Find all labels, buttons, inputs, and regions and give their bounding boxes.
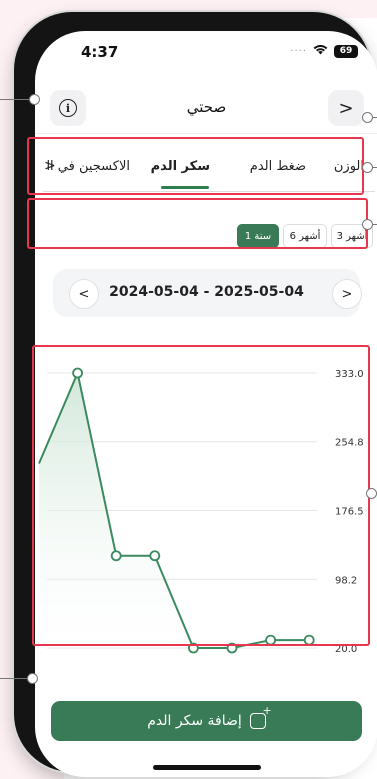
date-range-card: < 2024-05-04 - 2025-05-04 > — [53, 269, 362, 317]
chevron-right-icon: > — [341, 286, 353, 302]
annotation-dot-tabs — [362, 162, 373, 173]
nav-divider — [35, 133, 377, 134]
annotation-tabs-box — [27, 137, 364, 195]
annotation-chart-box — [32, 345, 370, 646]
annotation-dot-info — [29, 94, 40, 105]
annotation-line-info — [0, 99, 30, 100]
add-blood-sugar-label: إضافة سكر الدم — [147, 713, 242, 729]
annotation-dot-button — [27, 673, 38, 684]
battery-icon: 69 — [334, 44, 358, 58]
next-range-button[interactable]: > — [332, 279, 362, 309]
annotation-dot-periods — [362, 219, 373, 230]
status-time: 4:37 — [81, 43, 119, 61]
top-nav: i صحتي > — [35, 88, 377, 132]
add-note-icon — [249, 704, 272, 729]
chevron-right-icon: > — [338, 97, 354, 119]
date-range: 2024-05-04 - 2025-05-04 — [109, 284, 304, 300]
annotation-dot-back — [362, 112, 373, 123]
home-indicator — [153, 765, 261, 770]
annotation-periods-box — [27, 198, 368, 249]
status-bar: 4:37 ···· 69 — [35, 31, 377, 75]
add-blood-sugar-button[interactable]: إضافة سكر الدم — [51, 701, 362, 741]
annotation-dot-chart — [366, 488, 377, 499]
annotation-line-button — [0, 678, 30, 679]
signal-icon: ···· — [290, 45, 307, 57]
back-button[interactable]: > — [328, 90, 364, 126]
wifi-icon — [313, 43, 328, 59]
page-title: صحتي — [186, 98, 227, 116]
status-icons: ···· 69 — [290, 43, 358, 59]
